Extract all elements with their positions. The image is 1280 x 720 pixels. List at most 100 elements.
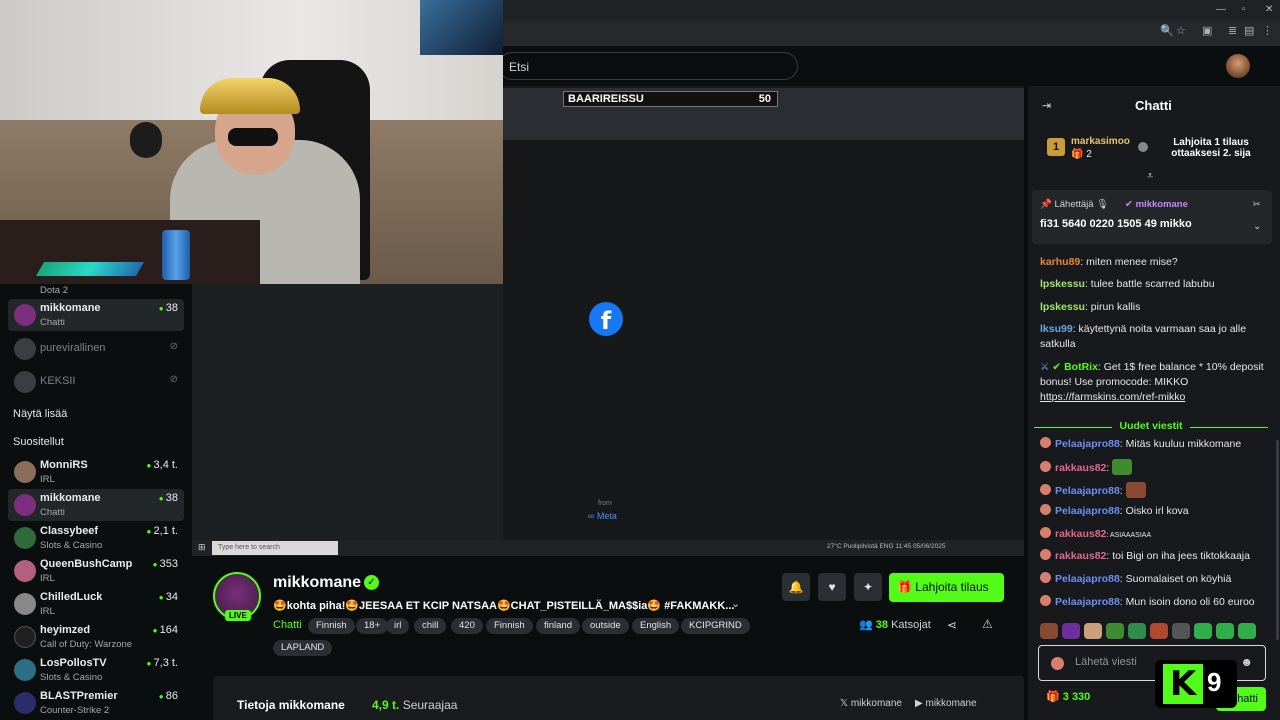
points-value: 3 330 [1062,691,1091,703]
chat-username[interactable]: Pelaajapro88 [1055,573,1120,585]
emote-icon[interactable] [1172,623,1190,639]
tag[interactable]: Finnish [308,618,355,634]
tag[interactable]: irl [386,618,410,634]
chat-text: : Mun isoin dono oli 60 euroo [1119,596,1255,608]
tag[interactable]: 18+ [356,618,389,634]
chat-username[interactable]: lpskessu [1040,278,1085,290]
notification-bell-button[interactable]: 🔔 [782,573,810,601]
sidebar-partial-sub: Dota 2 [40,285,68,296]
close-window-icon[interactable]: ✕ [1265,4,1273,15]
expand-leaderboard-icon[interactable]: ⩡ [1147,170,1153,183]
emote-icon[interactable] [1216,623,1234,639]
emote-icon[interactable] [1128,623,1146,639]
share-icon[interactable]: ⋖ [947,618,957,632]
chat-username[interactable]: rakkaus82 [1055,550,1106,562]
offline-icon: ⊘ [169,374,178,385]
zoom-icon[interactable]: 🔍 [1160,24,1174,37]
emoji-picker-icon[interactable]: ☻ [1240,655,1253,669]
tag[interactable]: finland [536,618,580,634]
chevron-down-icon[interactable]: ⌄ [731,597,740,610]
gift-subscription-button[interactable]: 🎁 Lahjoita tilaus [889,573,1004,602]
chat-username[interactable]: Pelaajapro88 [1055,438,1120,450]
unpin-icon[interactable]: ✂ [1253,199,1261,210]
from-label: from [598,500,612,507]
avatar [14,371,36,393]
sidebar-item-monnirs[interactable]: MonniRS IRL 3,4 t. [8,456,184,488]
social-yt-handle: mikkomane [925,698,977,709]
chat-username[interactable]: rakkaus82 [1055,528,1106,540]
sidebar-item-mikkomane-recommended[interactable]: mikkomane Chatti 38 [8,489,184,521]
chat-link[interactable]: https://farmskins.com/ref-mikko [1040,391,1185,403]
tag[interactable]: English [632,618,680,634]
gift-leader-name[interactable]: markasimoo [1071,136,1130,147]
sidebar-item-heyimzed[interactable]: heyimzed Call of Duty: Warzone 164 [8,621,184,653]
minimize-icon[interactable]: — [1216,4,1226,15]
sparkle-button[interactable]: ✦ [854,573,882,601]
chat-text: : toi Bigi on iha jees tiktokkaaja [1106,550,1250,562]
chat-username[interactable]: lksu99 [1040,323,1073,335]
channel-points[interactable]: 🎁 3 330 [1046,690,1090,703]
chat-username[interactable]: lpskessu [1040,301,1085,313]
chat-message: lpskessu: tulee battle scarred labubu [1040,277,1266,292]
avatar [14,593,36,615]
chat-username[interactable]: rakkaus82 [1055,462,1106,474]
channel-name: LosPollosTV [40,657,107,669]
sidebar-item-mikkomane[interactable]: mikkomane Chatti 38 [8,299,184,331]
emote-icon[interactable] [1062,623,1080,639]
sidebar-item-blastpremier[interactable]: BLASTPremier Counter-Strike 2 86 [8,687,184,719]
streamer-name[interactable]: mikkomane [273,574,361,592]
sidebar-item-queenbushcamp[interactable]: QueenBushCamp IRL 353 [8,555,184,587]
emote-icon[interactable] [1040,623,1058,639]
chat-username[interactable]: Pelaajapro88 [1055,485,1120,497]
recommended-heading: Suositellut [13,436,64,448]
tag[interactable]: chill [414,618,447,634]
chat-username[interactable]: karhu89 [1040,256,1080,268]
sidepanel-icon[interactable]: ▤ [1244,24,1254,37]
tag[interactable]: outside [582,618,629,634]
user-badge-icon [1040,437,1051,448]
chat-scrollbar[interactable] [1276,440,1279,640]
video-player[interactable] [503,86,1024,540]
chat-username[interactable]: Pelaajapro88 [1055,596,1120,608]
tag[interactable]: 420 [451,618,483,634]
chevron-down-icon[interactable]: ⌄ [1253,221,1261,232]
emote-icon[interactable] [1238,623,1256,639]
sidebar-item-keksii[interactable]: KEKSII ⊘ [8,366,184,398]
chat-username[interactable]: BotRix [1064,361,1098,373]
bookmark-star-icon[interactable]: ☆ [1176,24,1186,37]
emote-icon[interactable] [1150,623,1168,639]
gift-leader-cta[interactable]: Lahjoita 1 tilaus ottaaksesi 2. sija [1166,137,1256,159]
emote-icon[interactable] [1106,623,1124,639]
sidebar-item-chilledluck[interactable]: ChilledLuck IRL 34 [8,588,184,620]
social-x-link[interactable]: 𝕏 mikkomane [840,698,902,709]
follow-heart-button[interactable]: ♥ [818,573,846,601]
tag[interactable]: Finnish [486,618,533,634]
extensions-icon[interactable]: ▣ [1202,24,1212,37]
collapse-chat-icon[interactable]: ⇥ [1042,99,1051,112]
social-youtube-link[interactable]: ▶ mikkomane [915,698,977,709]
left-sidebar: Dota 2 mikkomane Chatti 38 pureviralline… [0,284,192,720]
tag[interactable]: KCIPGRIND [681,618,750,634]
maximize-icon[interactable]: ▫ [1242,4,1246,15]
sidebar-item-lospollostv[interactable]: LosPollosTV Slots & Casino 7,3 t. [8,654,184,686]
report-icon[interactable]: ⚠ [982,617,993,631]
social-x-handle: mikkomane [850,698,902,709]
search-input[interactable]: Etsi [498,52,798,80]
chat-text: : [1119,485,1123,497]
chat-username[interactable]: Pelaajapro88 [1055,505,1120,517]
sidebar-item-classybeef[interactable]: Classybeef Slots & Casino 2,1 t. [8,522,184,554]
sidebar-item-purevirallinen[interactable]: purevirallinen ⊘ [8,333,184,365]
show-more-link[interactable]: Näytä lisää [13,408,67,420]
viewer-count: 34 [159,591,178,603]
stream-category-link[interactable]: Chatti [273,619,302,631]
user-avatar[interactable] [1226,54,1250,78]
tag[interactable]: LAPLAND [273,640,333,656]
pinned-user[interactable]: ✔ mikkomane [1125,199,1188,210]
emote-icon[interactable] [1084,623,1102,639]
chat-text: : pirun kallis [1084,301,1141,313]
media-icon[interactable]: ≣ [1228,24,1237,37]
browser-menu-icon[interactable]: ⋮ [1262,24,1273,37]
avatar [14,494,36,516]
emote-icon[interactable] [1194,623,1212,639]
gift-count: 2 [1086,149,1092,160]
